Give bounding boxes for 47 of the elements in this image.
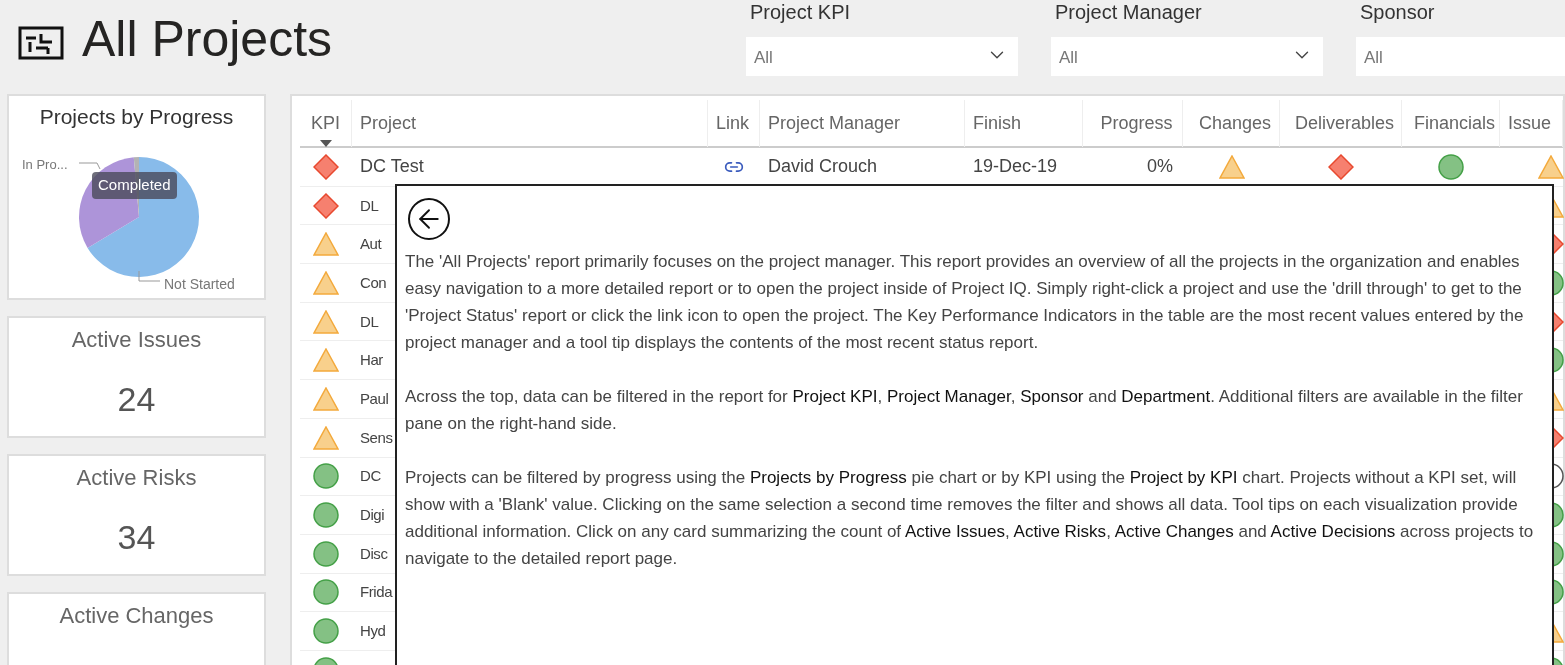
project-name: DC: [360, 467, 381, 485]
progress-value: 0%: [1147, 155, 1173, 179]
chart-tooltip: Completed: [92, 172, 177, 199]
project-name: Har: [360, 351, 383, 369]
summary-card[interactable]: Active Issues 24: [7, 316, 266, 438]
filter-dropdown[interactable]: All: [1051, 37, 1323, 76]
summary-card[interactable]: Active Changes: [7, 592, 266, 665]
column-header[interactable]: Changes: [1198, 110, 1272, 137]
project-name: Aut: [360, 235, 382, 253]
filter-label: Sponsor: [1359, 0, 1436, 25]
column-header[interactable]: Link: [716, 110, 759, 137]
back-button[interactable]: [408, 198, 450, 240]
finish-date: 19-Dec-19: [973, 156, 1058, 177]
filter-dropdown[interactable]: All: [1356, 37, 1565, 76]
manager-name: David Crouch: [768, 156, 878, 177]
info-paragraph: Projects can be filtered by progress using the Projects by Progress pie chart or by KPI using the Project by KPI chart. Projects without a KPI set, will show with a 'Blank' value. Clicking on the same selection a second time removes the filter and shows all data. Tool tips on each visualization provide additional information. Click on any card summarizing the count of Active Issues, Active Risks, Active Changes and Active Decisions across projects to navigate to the detailed report page.: [405, 467, 1535, 570]
column-header[interactable]: Finish: [973, 110, 1082, 137]
sort-caret-icon: [319, 140, 332, 147]
filter-label: Project Manager: [1054, 0, 1203, 25]
project-name: DL: [360, 196, 379, 214]
project-name: Disc: [360, 544, 388, 562]
project-name: DL: [360, 312, 379, 330]
filter-dropdown[interactable]: All: [746, 37, 1018, 76]
column-header[interactable]: Project Manager: [768, 110, 964, 137]
column-header[interactable]: Financials: [1413, 110, 1495, 137]
column-header[interactable]: Deliverables: [1294, 110, 1394, 137]
info-paragraph: The 'All Projects' report primarily focuses on the project manager. This report provides an overview of all the projects in the organization and enables easy navigation to a more detailed report or to open the project inside of Project IQ. Simply right-click a project and use the 'drill through' to get to the 'Project Status' report or click the link icon to open the project. The Key Performance Indicators in the table are the most recent values entered by the project manager and a tool tip displays the contents of the most recent status report.: [405, 251, 1525, 354]
project-name: DC Test: [360, 156, 424, 177]
project-name: Digi: [360, 506, 385, 524]
column-header[interactable]: Progress: [1100, 110, 1173, 137]
slice-label: Not Started: [164, 275, 235, 294]
summary-card[interactable]: Active Risks 34: [7, 454, 266, 576]
chart-title: Projects by Progress: [38, 104, 235, 130]
project-name: Paul: [360, 389, 389, 407]
floor-plan-icon: [18, 26, 64, 60]
slice-label: In Pro...: [22, 156, 68, 174]
info-paragraph: Across the top, data can be filtered in the report for Project KPI, Project Manager, Sponsor and Department. Additional filters are available in the filter pane on the right-hand side.: [405, 386, 1524, 435]
filter-label: Project KPI: [749, 0, 852, 25]
project-name: Frida: [360, 583, 393, 601]
column-header[interactable]: KPI: [311, 110, 340, 137]
page-title: All Projects: [82, 14, 333, 64]
project-name: Sens: [360, 428, 393, 446]
column-header[interactable]: Project: [360, 110, 707, 137]
column-header[interactable]: Issue: [1508, 110, 1562, 137]
project-name: Hyd: [360, 622, 386, 640]
leader-line: [138, 271, 160, 283]
project-name: Con: [360, 273, 387, 291]
